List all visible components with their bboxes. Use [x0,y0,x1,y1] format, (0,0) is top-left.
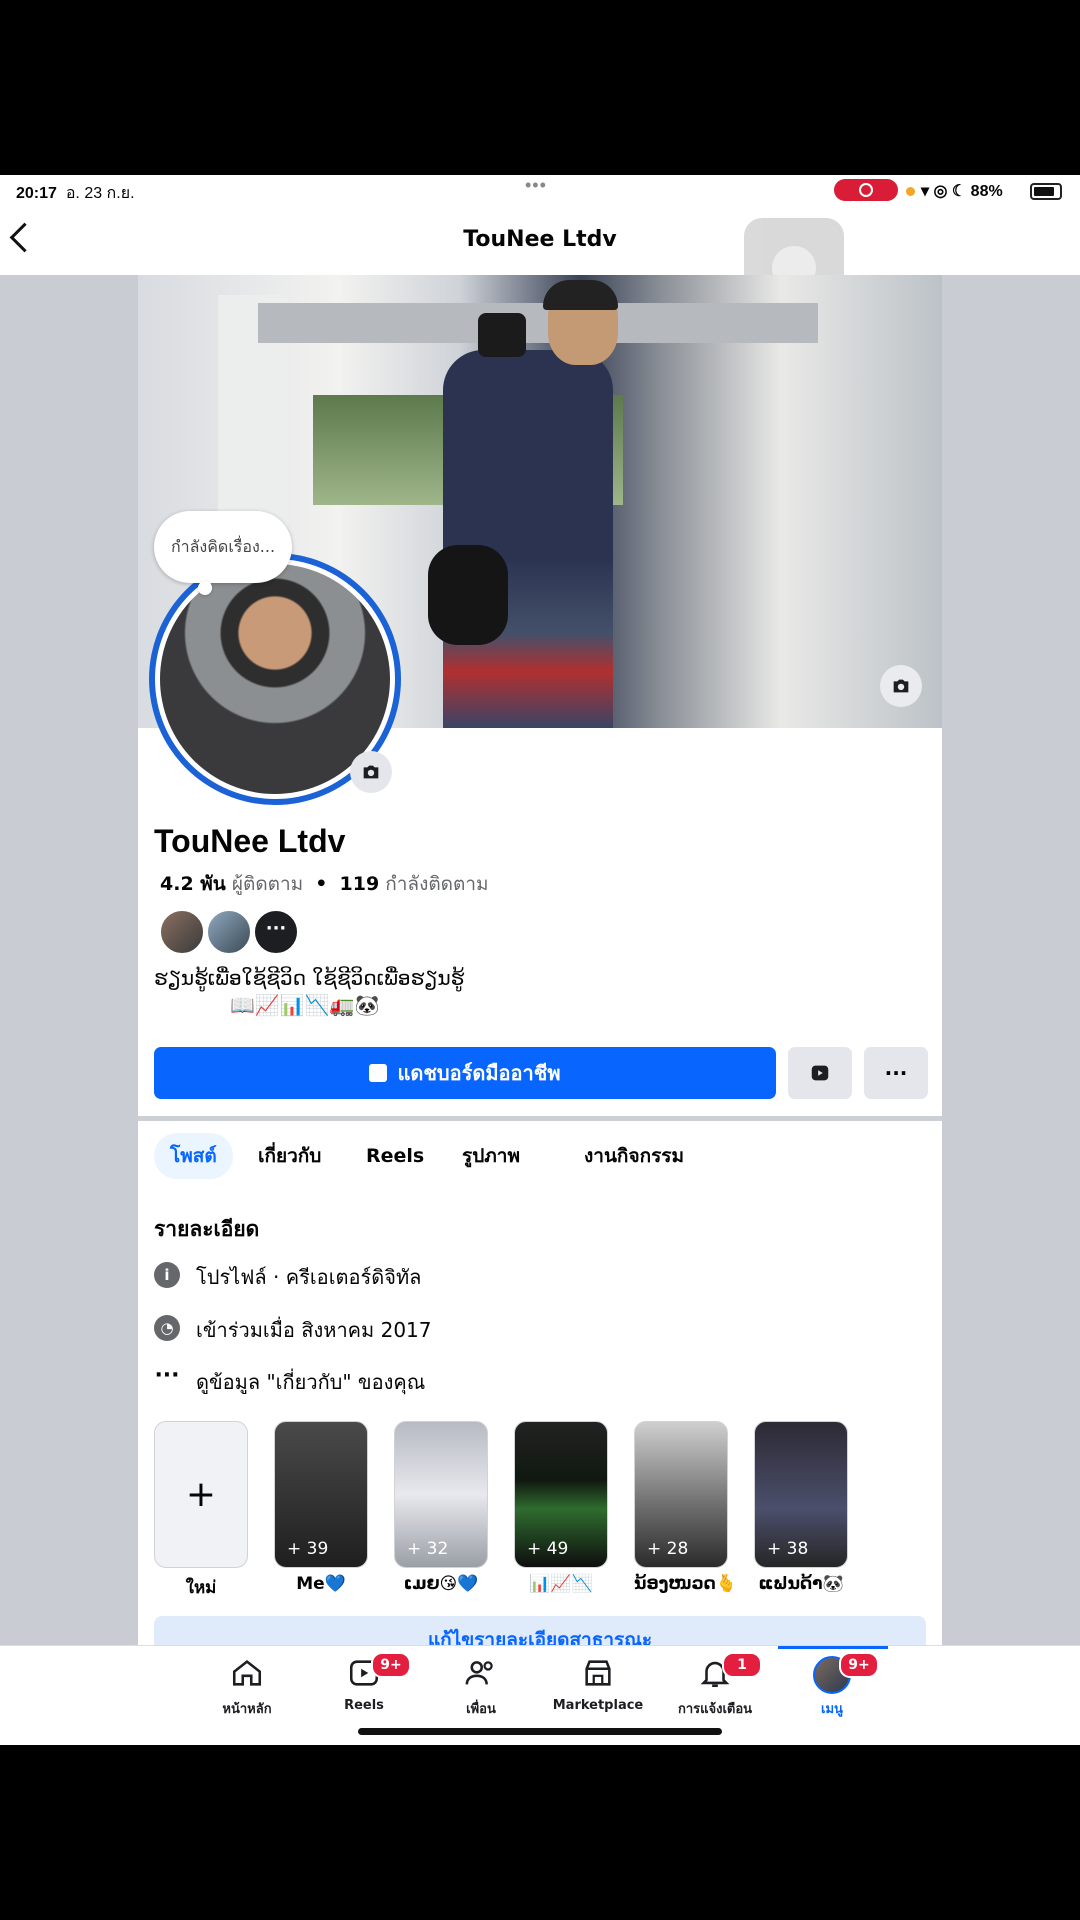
nav-home[interactable]: หน้าหลัก [192,1656,302,1719]
highlight-item[interactable]: + 49 📊📈📉 [514,1421,608,1594]
nav-label: การแจ้งเตือน [677,1702,753,1717]
highlight-cover[interactable]: + 38 [754,1421,848,1568]
highlight-count: + 49 [527,1539,569,1559]
nav-reels[interactable]: 9+ Reels [309,1652,419,1713]
reels-icon [811,1065,829,1081]
cover-person-cap [543,280,618,310]
highlight-item[interactable]: + 38 ແຟນດ້າ🐼 [754,1421,848,1594]
reels-button[interactable] [788,1047,852,1099]
highlight-label: ເມຍ😘💙 [403,1574,479,1594]
highlight-label: ใหม่ [185,1578,217,1598]
followers-count: 4.2 พัน [160,873,226,895]
cover-person-bag [428,545,508,645]
tab-photos[interactable]: รูปภาพ [446,1133,536,1179]
following-count: 119 [339,873,380,895]
stats-separator: • [315,873,328,895]
privacy-dot-icon [906,187,915,196]
tab-reels[interactable]: Reels [350,1133,440,1179]
status-right: ▾ ◎ ☾ 88% [906,181,1003,201]
top-header: TouNee Ltdv [0,205,1080,318]
edit-cover-camera-icon[interactable] [880,665,922,707]
profile-name: TouNee Ltdv [154,823,346,859]
more-options-button[interactable]: ··· [864,1047,928,1099]
highlight-count: + 28 [647,1539,689,1559]
cover-person-camera [478,313,526,357]
notifications-badge: 1 [722,1652,762,1678]
highlight-count: + 38 [767,1539,809,1559]
friends-icon [465,1661,493,1685]
tab-posts[interactable]: โพสต์ [154,1133,233,1179]
nav-marketplace[interactable]: Marketplace [543,1656,653,1713]
highlight-cover[interactable]: + 39 [274,1421,368,1568]
status-time: 20:17 อ. 23 ก.ย. [16,185,135,202]
nav-label: เมนู [821,1702,843,1717]
marketplace-icon [585,1660,611,1686]
highlight-item[interactable]: + 32 ເມຍ😘💙 [394,1421,488,1594]
tab-events[interactable]: งานกิจกรรม [568,1133,700,1179]
home-icon [232,1660,262,1686]
status-bar: 20:17 อ. 23 ก.ย. ••• ▾ ◎ ☾ 88% [0,175,1080,205]
highlight-count: + 39 [287,1539,329,1559]
nav-label: Reels [344,1698,384,1713]
profile-bio: ຮຽນຮູ້ເພື່ອໃຊ້ຊີວິດ ໃຊ້ຊີວິດເພື່ອຮຽນຮູ້ … [154,965,554,1019]
following-label: กำลังติดตาม [385,873,489,895]
section-divider [138,1116,942,1121]
highlight-cover[interactable]: + 49 [514,1421,608,1568]
highlight-label: Me💙 [296,1574,346,1594]
nav-menu[interactable]: 9+ เมนู [777,1652,887,1719]
highlight-item[interactable]: + 39 Me💙 [274,1421,368,1594]
mutual-more-icon[interactable]: ··· [253,909,299,955]
multitask-dots[interactable]: ••• [525,175,547,196]
home-indicator[interactable] [358,1728,722,1735]
followers-label: ผู้ติดตาม [231,873,304,895]
add-highlight-icon[interactable]: + [154,1421,248,1568]
edit-avatar-camera-icon[interactable] [350,751,392,793]
detail-text: เข้าร่วมเมื่อ สิงหาคม 2017 [196,1318,432,1342]
detail-text: โปรไฟล์ · ครีเอเตอร์ดิจิทัล [196,1265,422,1289]
app-screen: 20:17 อ. 23 ก.ย. ••• ▾ ◎ ☾ 88% TouNee Lt… [0,175,1080,1745]
nav-label: Marketplace [552,1698,644,1713]
follow-stats[interactable]: 4.2 พัน ผู้ติดตาม • 119 กำลังติดตาม [160,869,489,899]
dashboard-icon [369,1064,388,1082]
nav-friends[interactable]: เพื่อน [426,1656,536,1719]
clock-icon: ◔ [154,1315,180,1341]
professional-dashboard-button[interactable]: แดชบอร์ดมืออาชีพ [154,1047,776,1099]
highlight-item[interactable]: + 28 ນ້ອງໜວດ🫰 [634,1421,737,1594]
page-title: TouNee Ltdv [463,227,617,252]
profile-actions: แดชบอร์ดมืออาชีพ ··· [154,1047,928,1099]
cover-person [443,350,613,728]
nav-notifications[interactable]: 1 การแจ้งเตือน [660,1652,770,1719]
mutual-avatar[interactable] [206,909,252,955]
thought-bubble[interactable]: กำลังคิดเรื่อง... [154,511,292,595]
details-title: รายละเอียด [154,1217,260,1241]
dashboard-label: แดชบอร์ดมืออาชีพ [397,1061,561,1085]
detail-text: ดูข้อมูล "เกี่ยวกับ" ของคุณ [196,1370,426,1394]
nav-label: เพื่อน [466,1702,496,1717]
camera-glyph [893,679,909,693]
reels-badge: 9+ [371,1652,411,1678]
highlight-new[interactable]: + ใหม่ [154,1421,248,1601]
bio-emoji-line: 📖📈📊📉🚛🐼 [230,993,380,1017]
highlight-label: ແຟນດ້າ🐼 [758,1574,844,1594]
cover-beam [258,303,818,343]
highlight-cover[interactable]: + 28 [634,1421,728,1568]
bio-line: ຮຽນຮູ້ເພື່ອໃຊ້ຊີວິດ ໃຊ້ຊີວິດເພື່ອຮຽນຮູ້ [154,966,465,990]
highlight-label: ນ້ອງໜວດ🫰 [634,1574,737,1594]
tab-about[interactable]: เกี่ยวกับ [242,1133,337,1179]
nav-label: หน้าหลัก [222,1702,272,1717]
mutual-avatar[interactable] [159,909,205,955]
active-tab-indicator [778,1646,888,1649]
info-icon: i [154,1262,180,1288]
profile-page: กำลังคิดเรื่อง... TouNee Ltdv 4.2 พัน ผู… [138,275,942,1655]
highlight-label: 📊📈📉 [529,1574,593,1594]
highlight-cover[interactable]: + 32 [394,1421,488,1568]
battery-icon [1030,183,1062,200]
camera-glyph [363,765,379,779]
menu-badge: 9+ [839,1652,879,1678]
screen-record-indicator [834,179,898,201]
highlight-count: + 32 [407,1539,449,1559]
more-dots-icon: ··· [154,1363,180,1388]
